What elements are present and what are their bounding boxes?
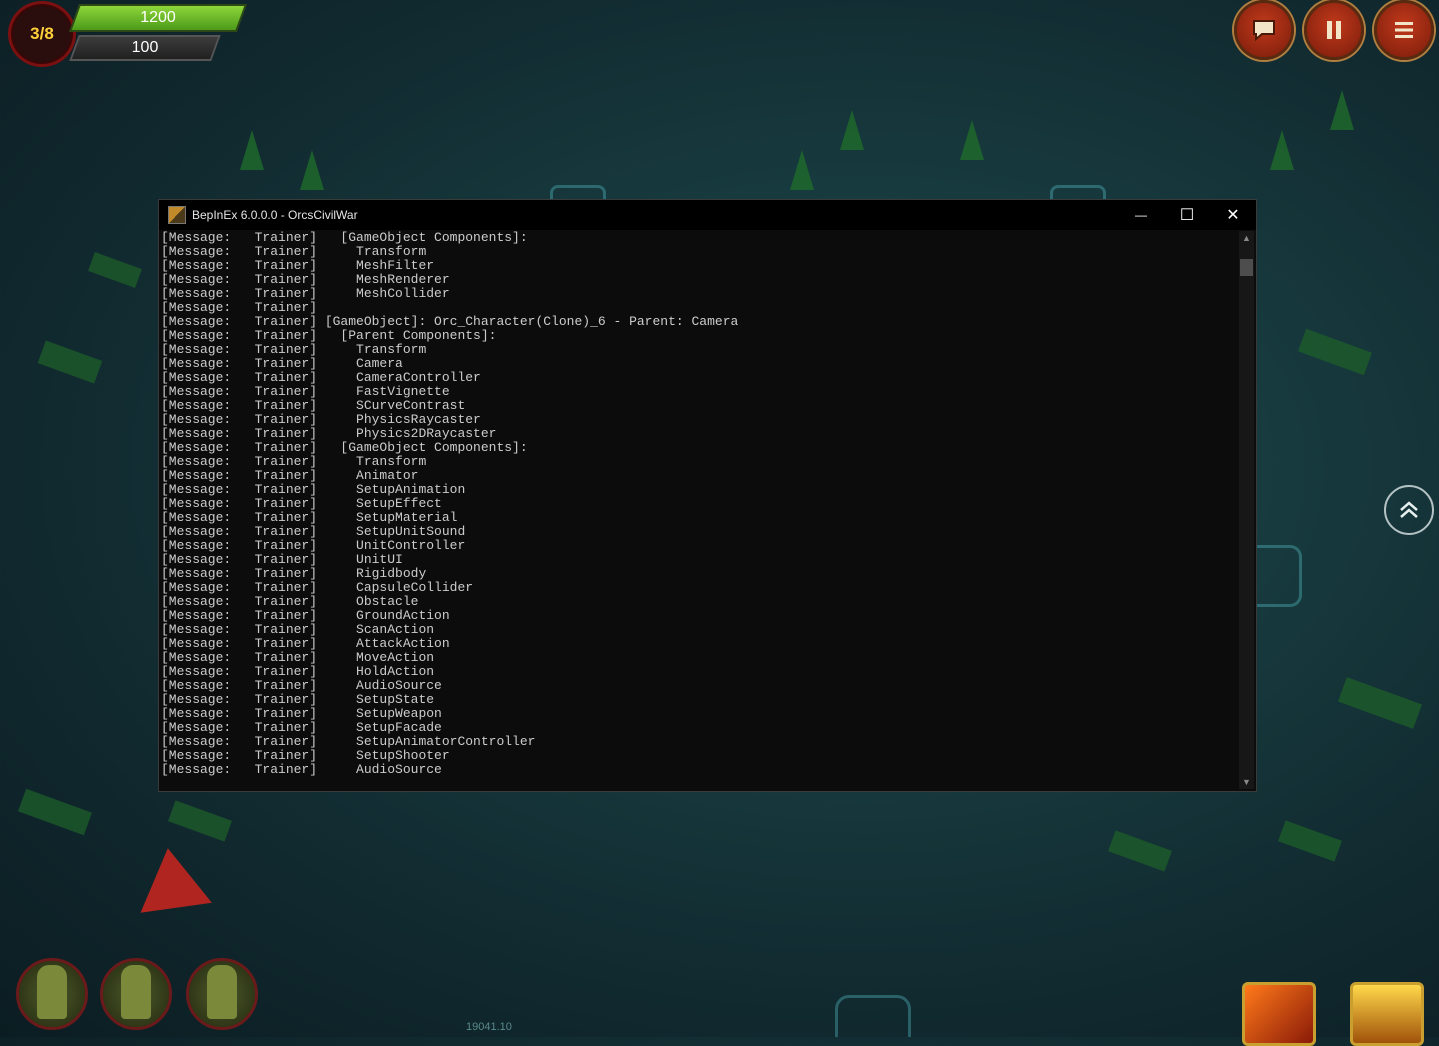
- ability-fire-button[interactable]: [1242, 982, 1316, 1046]
- console-line: [Message: Trainer] [GameObject Component…: [161, 231, 528, 245]
- console-line: [Message: Trainer] SetupFacade: [161, 720, 442, 735]
- bush: [1298, 328, 1372, 376]
- console-line: [Message: Trainer] [GameObject]: Orc_Cha…: [161, 314, 739, 329]
- console-line: [Message: Trainer] UnitUI: [161, 552, 403, 567]
- console-line: [Message: Trainer]: [161, 300, 318, 315]
- console-line: [Message: Trainer] Obstacle: [161, 594, 419, 609]
- upgrade-button[interactable]: [1384, 485, 1434, 535]
- console-line: [Message: Trainer] AudioSource: [161, 678, 442, 693]
- menu-icon: [1395, 22, 1413, 38]
- build-slot-ring[interactable]: [835, 995, 911, 1037]
- wave-counter: 3/8: [8, 1, 76, 67]
- console-line: [Message: Trainer] MeshRenderer: [161, 272, 450, 287]
- console-line: [Message: Trainer] SetupShooter: [161, 748, 450, 763]
- bush: [1108, 830, 1172, 872]
- console-line: [Message: Trainer] MeshFilter: [161, 258, 435, 273]
- move-target-marker: [132, 843, 212, 913]
- console-line: [Message: Trainer] Animator: [161, 468, 419, 483]
- gold-value: 100: [131, 39, 159, 56]
- unit-portrait-3[interactable]: [186, 958, 258, 1030]
- scroll-thumb[interactable]: [1240, 259, 1253, 276]
- console-line: [Message: Trainer] Rigidbody: [161, 566, 427, 581]
- scroll-up-icon[interactable]: ▲: [1239, 231, 1254, 245]
- console-line: [Message: Trainer] [GameObject Component…: [161, 440, 528, 455]
- console-line: [Message: Trainer] SetupEffect: [161, 496, 442, 511]
- console-line: [Message: Trainer] GroundAction: [161, 608, 450, 623]
- tree: [300, 150, 324, 190]
- console-line: [Message: Trainer] SetupUnitSound: [161, 524, 466, 539]
- console-line: [Message: Trainer] UnitController: [161, 538, 466, 553]
- chat-button[interactable]: [1234, 0, 1294, 60]
- health-value: 1200: [140, 9, 176, 26]
- console-line: [Message: Trainer] Camera: [161, 356, 403, 371]
- console-line: [Message: Trainer] HoldAction: [161, 664, 435, 679]
- tree: [960, 120, 984, 160]
- window-controls: — ☐ ✕: [1118, 200, 1256, 230]
- ability-light-button[interactable]: [1350, 982, 1424, 1046]
- maximize-button[interactable]: ☐: [1164, 200, 1210, 230]
- tree: [1330, 90, 1354, 130]
- console-line: [Message: Trainer] Transform: [161, 244, 427, 259]
- console-line: [Message: Trainer] Transform: [161, 342, 427, 357]
- console-output[interactable]: [Message: Trainer] [GameObject Component…: [161, 231, 1238, 789]
- pause-icon: [1327, 21, 1341, 39]
- console-line: [Message: Trainer] MoveAction: [161, 650, 435, 665]
- bush: [1337, 677, 1423, 729]
- pause-button[interactable]: [1304, 0, 1364, 60]
- minimize-button[interactable]: —: [1118, 200, 1164, 230]
- console-line: [Message: Trainer] CapsuleCollider: [161, 580, 474, 595]
- chat-icon: [1253, 20, 1275, 42]
- console-line: [Message: Trainer] Transform: [161, 454, 427, 469]
- console-line: [Message: Trainer] SetupMaterial: [161, 510, 458, 525]
- bush: [1278, 820, 1342, 862]
- tree: [240, 130, 264, 170]
- console-line: [Message: Trainer] PhysicsRaycaster: [161, 412, 481, 427]
- health-bar: 1200: [68, 4, 248, 32]
- console-line: [Message: Trainer] CameraController: [161, 370, 481, 385]
- vertical-scrollbar[interactable]: ▲ ▼: [1239, 231, 1254, 789]
- console-line: [Message: Trainer] [Parent Components]:: [161, 328, 497, 343]
- console-line: [Message: Trainer] ScanAction: [161, 622, 435, 637]
- chevron-up-icon: [1400, 501, 1418, 518]
- bush: [168, 800, 232, 842]
- tree: [840, 110, 864, 150]
- wave-counter-text: 3/8: [30, 24, 54, 43]
- console-line: [Message: Trainer] SCurveContrast: [161, 398, 466, 413]
- bush: [88, 252, 142, 288]
- gold-bar: 100: [69, 35, 221, 61]
- console-titlebar[interactable]: BepInEx 6.0.0.0 - OrcsCivilWar — ☐ ✕: [159, 200, 1256, 230]
- version-label: 19041.10: [466, 1021, 512, 1033]
- bush: [37, 340, 103, 384]
- console-line: [Message: Trainer] SetupWeapon: [161, 706, 442, 721]
- unit-portrait-2[interactable]: [100, 958, 172, 1030]
- console-line: [Message: Trainer] SetupAnimatorControll…: [161, 734, 536, 749]
- close-button[interactable]: ✕: [1210, 200, 1256, 230]
- console-line: [Message: Trainer] MeshCollider: [161, 286, 450, 301]
- tree: [1270, 130, 1294, 170]
- console-line: [Message: Trainer] Physics2DRaycaster: [161, 426, 497, 441]
- tree: [790, 150, 814, 190]
- console-line: [Message: Trainer] AudioSource: [161, 762, 442, 777]
- console-line: [Message: Trainer] FastVignette: [161, 384, 450, 399]
- unit-portrait-1[interactable]: [16, 958, 88, 1030]
- console-line: [Message: Trainer] AttackAction: [161, 636, 450, 651]
- app-icon: [168, 206, 186, 224]
- console-line: [Message: Trainer] SetupState: [161, 692, 435, 707]
- window-title: BepInEx 6.0.0.0 - OrcsCivilWar: [192, 208, 358, 222]
- menu-button[interactable]: [1374, 0, 1434, 60]
- console-line: [Message: Trainer] SetupAnimation: [161, 482, 466, 497]
- bush: [18, 788, 92, 836]
- scroll-down-icon[interactable]: ▼: [1239, 775, 1254, 789]
- console-window[interactable]: BepInEx 6.0.0.0 - OrcsCivilWar — ☐ ✕ [Me…: [158, 199, 1257, 792]
